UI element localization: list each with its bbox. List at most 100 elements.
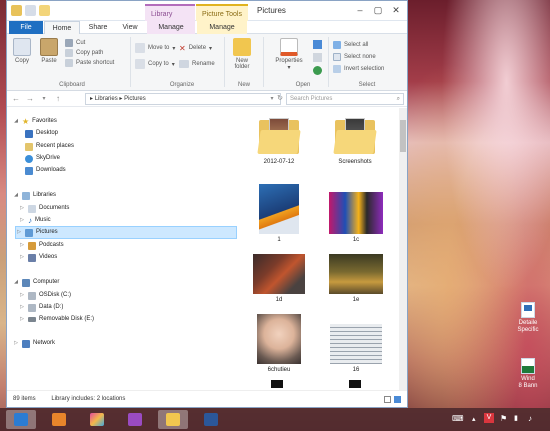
tree-item-removable-disk[interactable]: ▷ Removable Disk (E:) bbox=[19, 314, 94, 325]
group-divider bbox=[328, 37, 329, 87]
refresh-icon[interactable]: ↻ bbox=[275, 94, 285, 104]
large-icons-view-icon[interactable] bbox=[394, 396, 401, 403]
desktop-icon-document[interactable]: Detaile Specific bbox=[508, 302, 548, 334]
tree-item-music[interactable]: ▷ ♪ Music bbox=[19, 215, 51, 226]
chevron-up-icon[interactable]: ▴ bbox=[472, 415, 476, 423]
folder-icon[interactable] bbox=[11, 5, 22, 16]
taskbar-lync[interactable] bbox=[6, 410, 36, 429]
tree-computer[interactable]: ◢ Computer bbox=[13, 277, 59, 288]
tree-item-podcasts[interactable]: ▷ Podcasts bbox=[19, 240, 64, 251]
group-divider bbox=[224, 37, 225, 87]
properties-icon[interactable] bbox=[25, 5, 36, 16]
tree-item-osdisk[interactable]: ▷ OSDisk (C:) bbox=[19, 290, 71, 301]
desktop-icon-spreadsheet[interactable]: Wind 8 Bann bbox=[508, 358, 548, 390]
file-item[interactable]: Screenshots bbox=[327, 116, 383, 165]
file-item[interactable]: 2012-07-12 bbox=[253, 116, 305, 165]
recent-places-icon bbox=[25, 142, 33, 151]
history-icon[interactable] bbox=[313, 66, 322, 75]
taskbar-photos[interactable] bbox=[82, 410, 112, 429]
cut-button[interactable]: Cut bbox=[65, 38, 114, 48]
back-arrow-icon[interactable]: ← bbox=[11, 94, 21, 104]
flag-icon[interactable]: ⚑ bbox=[500, 414, 507, 423]
copy-to-button[interactable]: Copy to ▾ bbox=[135, 56, 175, 72]
volume-icon[interactable]: ♪ bbox=[528, 414, 532, 423]
tree-item-pictures[interactable]: ▷ Pictures bbox=[15, 226, 237, 239]
tree-item-recent-places[interactable]: Recent places bbox=[25, 141, 74, 152]
media-icon bbox=[128, 413, 142, 426]
taskbar: ⌨ ▴ V ⚑ ▮ ♪ bbox=[0, 408, 550, 431]
ribbon-tabs: File Home Share View Manage Manage bbox=[7, 21, 407, 34]
new-folder-button[interactable]: New folder bbox=[227, 38, 257, 70]
breadcrumb-libraries[interactable]: Libraries bbox=[95, 96, 118, 102]
tab-home[interactable]: Home bbox=[44, 21, 80, 34]
file-item[interactable]: 16 bbox=[327, 324, 385, 373]
tree-item-skydrive[interactable]: SkyDrive bbox=[25, 153, 60, 164]
image-thumbnail-partial[interactable] bbox=[349, 380, 361, 388]
breadcrumb-pictures[interactable]: Pictures bbox=[124, 96, 146, 102]
file-item[interactable]: 1c bbox=[327, 192, 385, 243]
libraries-icon bbox=[22, 191, 30, 200]
taskbar-outlook[interactable] bbox=[44, 410, 74, 429]
taskbar-file-explorer[interactable] bbox=[158, 410, 188, 429]
file-item[interactable]: 6chutieu bbox=[253, 314, 305, 373]
music-icon: ♪ bbox=[28, 216, 32, 225]
network-bars-icon[interactable]: ▮ bbox=[514, 414, 518, 422]
edit-icon[interactable] bbox=[313, 53, 322, 62]
search-icon: ⌕ bbox=[396, 96, 400, 102]
organize-group-label: Organize bbox=[169, 82, 195, 88]
paste-button[interactable]: Paste bbox=[37, 38, 61, 64]
image-thumbnail bbox=[259, 184, 299, 234]
desktop-icon bbox=[25, 129, 33, 138]
open-icon[interactable] bbox=[313, 40, 322, 49]
vertical-scrollbar[interactable] bbox=[399, 108, 407, 391]
file-item[interactable]: 1d bbox=[251, 254, 307, 303]
details-view-icon[interactable] bbox=[384, 396, 391, 403]
tab-manage-library[interactable]: Manage bbox=[147, 21, 195, 34]
minimize-icon[interactable]: – bbox=[353, 5, 367, 15]
window-title: Pictures bbox=[257, 6, 286, 15]
tree-item-data[interactable]: ▷ Data (D:) bbox=[19, 302, 63, 313]
file-item[interactable]: 1 bbox=[257, 184, 301, 243]
tab-file[interactable]: File bbox=[9, 21, 43, 34]
tab-view[interactable]: View bbox=[115, 21, 145, 34]
copy-path-button[interactable]: Copy path bbox=[65, 48, 114, 58]
tab-share[interactable]: Share bbox=[82, 21, 114, 34]
select-all-button[interactable]: Select all bbox=[333, 39, 384, 51]
tree-item-downloads[interactable]: Downloads bbox=[25, 165, 66, 176]
tab-manage-picture[interactable]: Manage bbox=[197, 21, 247, 34]
paste-shortcut-button[interactable]: Paste shortcut bbox=[65, 58, 114, 68]
taskbar-media[interactable] bbox=[120, 410, 150, 429]
folder-icon bbox=[257, 116, 301, 156]
select-all-icon bbox=[333, 41, 341, 49]
copy-button[interactable]: Copy bbox=[11, 38, 33, 64]
downloads-icon bbox=[25, 166, 33, 175]
properties-button[interactable]: Properties ▾ bbox=[269, 38, 309, 71]
up-arrow-icon[interactable]: ↑ bbox=[53, 94, 63, 104]
close-icon[interactable]: ✕ bbox=[389, 5, 403, 16]
rename-button[interactable]: Rename bbox=[179, 56, 215, 72]
search-input[interactable]: Search Pictures ⌕ bbox=[286, 93, 404, 105]
antivirus-icon[interactable]: V bbox=[484, 413, 494, 423]
address-input[interactable]: ▸ Libraries ▸ Pictures bbox=[85, 93, 281, 105]
select-none-button[interactable]: Select none bbox=[333, 51, 384, 63]
taskbar-word[interactable] bbox=[196, 410, 226, 429]
tree-item-videos[interactable]: ▷ Videos bbox=[19, 252, 57, 263]
maximize-icon[interactable]: ▢ bbox=[371, 5, 385, 16]
new-folder-icon bbox=[233, 38, 251, 56]
image-thumbnail-partial[interactable] bbox=[271, 380, 283, 388]
tree-network[interactable]: ▷ Network bbox=[13, 338, 55, 349]
tree-favorites[interactable]: ◢ ★ Favorites bbox=[13, 116, 57, 127]
file-item[interactable]: 1e bbox=[327, 254, 385, 303]
recent-chevron-icon[interactable]: ▾ bbox=[39, 94, 49, 104]
keyboard-icon[interactable]: ⌨ bbox=[452, 414, 464, 423]
forward-arrow-icon[interactable]: → bbox=[25, 94, 35, 104]
move-to-button[interactable]: Move to ▾ bbox=[135, 40, 175, 56]
tree-libraries[interactable]: ◢ Libraries bbox=[13, 190, 56, 201]
delete-button[interactable]: ✕ Delete ▾ bbox=[179, 40, 215, 56]
tree-item-desktop[interactable]: Desktop bbox=[25, 128, 58, 139]
address-bar-row: ← → ▾ ↑ ▸ Libraries ▸ Pictures ▾ ↻ Searc… bbox=[7, 91, 407, 107]
new-folder-icon[interactable] bbox=[39, 5, 50, 16]
invert-selection-button[interactable]: Invert selection bbox=[333, 63, 384, 75]
scrollbar-thumb[interactable] bbox=[400, 120, 406, 152]
tree-item-documents[interactable]: ▷ Documents bbox=[19, 203, 69, 214]
